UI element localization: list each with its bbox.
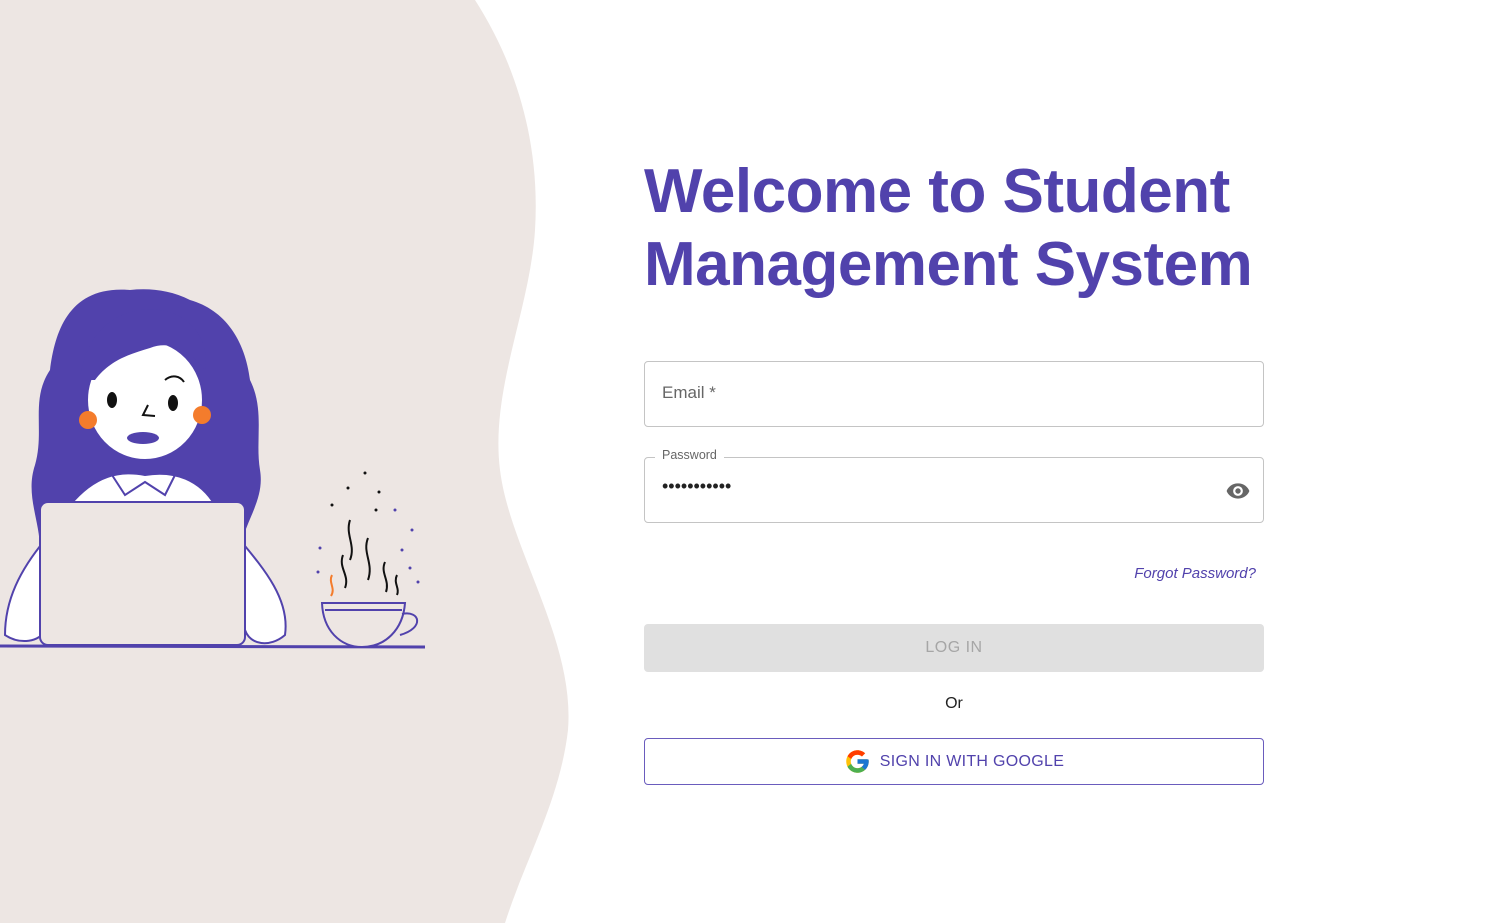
google-g-icon xyxy=(846,750,869,773)
password-field[interactable]: Password ••••••••••• xyxy=(644,448,1264,523)
page-title: Welcome to Student Management System xyxy=(644,155,1264,301)
google-button-label: SIGN IN WITH GOOGLE xyxy=(879,752,1065,770)
eye-icon[interactable] xyxy=(1225,478,1251,504)
or-separator: Or xyxy=(945,695,963,712)
login-page: Welcome to Student Management System Ema… xyxy=(0,0,1504,923)
title-line-1: Welcome to Student xyxy=(644,157,1230,226)
student-illustration xyxy=(0,289,426,649)
password-value: ••••••••••• xyxy=(662,476,732,496)
password-label: Password xyxy=(655,448,724,462)
email-field[interactable]: Email * xyxy=(644,361,1264,427)
google-sign-in-button[interactable]: SIGN IN WITH GOOGLE xyxy=(644,738,1264,785)
login-form: Welcome to Student Management System Ema… xyxy=(644,155,1264,785)
login-button[interactable]: LOG IN xyxy=(644,624,1264,672)
title-line-2: Management System xyxy=(644,230,1253,299)
forgot-password-link[interactable]: Forgot Password? xyxy=(1134,565,1256,582)
email-label: Email * xyxy=(662,383,716,402)
